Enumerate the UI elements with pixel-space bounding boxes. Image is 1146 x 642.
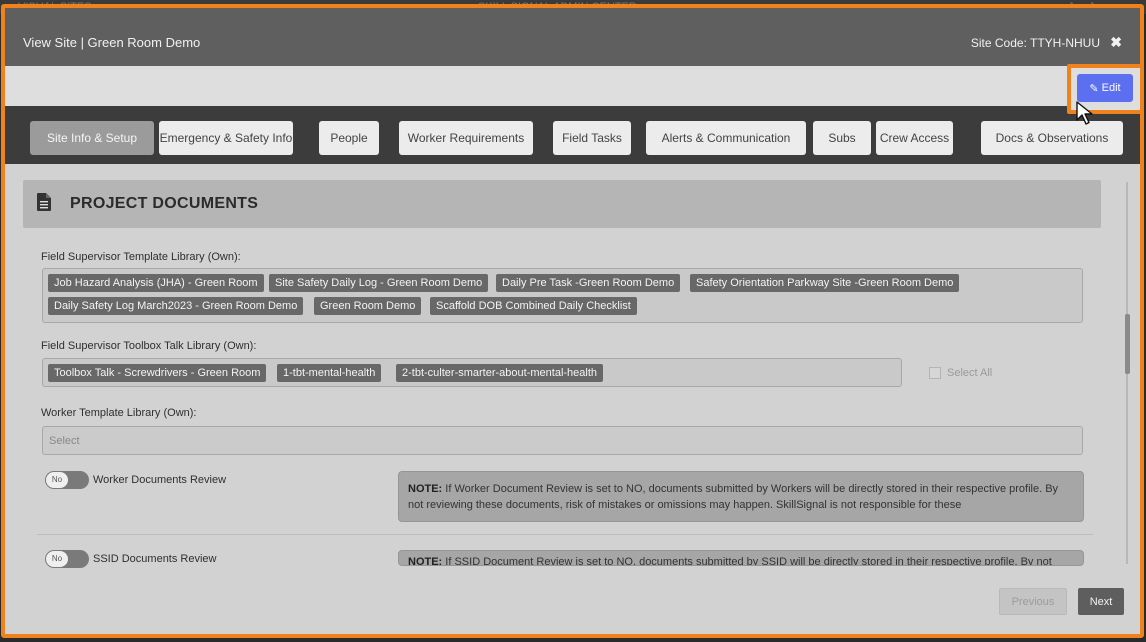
ssid-review-toggle[interactable]: No (45, 550, 89, 568)
chip-fs-toolbox[interactable]: 1-tbt-mental-health (277, 364, 382, 382)
worker-review-label: Worker Documents Review (93, 474, 227, 486)
next-button[interactable]: Next (1078, 588, 1124, 615)
chip-fs-template[interactable]: Job Hazard Analysis (JHA) - Green Room (48, 274, 264, 292)
chip-fs-template[interactable]: Safety Orientation Parkway Site -Green R… (690, 274, 960, 292)
fs-template-multiselect[interactable]: Job Hazard Analysis (JHA) - Green Room S… (42, 268, 1083, 323)
edit-icon: ✎ (1089, 82, 1099, 95)
modal-titlebar: View Site | Green Room Demo Site Code: T… (5, 8, 1140, 66)
document-icon (37, 193, 51, 211)
toggle-knob: No (46, 472, 68, 488)
fs-toolbox-multiselect[interactable]: Toolbox Talk - Screwdrivers - Green Room… (42, 358, 902, 387)
note-prefix: NOTE: (408, 556, 443, 566)
edit-label: Edit (1101, 82, 1121, 94)
fs-toolbox-label: Field Supervisor Toolbox Talk Library (O… (41, 340, 257, 352)
chip-fs-template[interactable]: Green Room Demo (314, 297, 422, 315)
tab-docs-observations[interactable]: Docs & Observations (981, 121, 1123, 155)
section-header: PROJECT DOCUMENTS (23, 180, 1101, 228)
chip-fs-template[interactable]: Daily Pre Task -Green Room Demo (496, 274, 681, 292)
tab-field-tasks[interactable]: Field Tasks (553, 121, 631, 155)
fs-template-label: Field Supervisor Template Library (Own): (41, 251, 241, 263)
note-text: If Worker Document Review is set to NO, … (408, 483, 1059, 511)
tab-worker-requirements[interactable]: Worker Requirements (399, 121, 533, 155)
tab-alerts-communication[interactable]: Alerts & Communication (646, 121, 806, 155)
worker-review-note: NOTE: If Worker Document Review is set t… (398, 471, 1084, 522)
tab-people[interactable]: People (319, 121, 379, 155)
worker-review-toggle[interactable]: No (45, 471, 89, 489)
chip-fs-template[interactable]: Scaffold DOB Combined Daily Checklist (430, 297, 637, 315)
note-text: If SSID Document Review is set to NO, do… (442, 556, 1052, 566)
tab-site-info-setup[interactable]: Site Info & Setup (30, 121, 154, 155)
select-all-label: Select All (947, 367, 993, 379)
note-prefix: NOTE: (408, 483, 443, 495)
select-all-checkbox[interactable]: Select All (929, 367, 992, 379)
tab-crew-access[interactable]: Crew Access (876, 121, 953, 155)
edit-button[interactable]: ✎ Edit (1077, 74, 1133, 102)
mouse-pointer-icon (1076, 101, 1093, 125)
previous-button[interactable]: Previous (999, 588, 1067, 615)
view-site-modal: View Site | Green Room Demo Site Code: T… (1, 4, 1144, 638)
close-icon[interactable]: ✖ (1110, 34, 1122, 51)
site-code: Site Code: TTYH-NHUU (970, 36, 1100, 50)
chip-fs-template[interactable]: Daily Safety Log March2023 - Green Room … (48, 297, 304, 315)
toggle-knob: No (46, 551, 68, 567)
ssid-review-note: NOTE: If SSID Document Review is set to … (398, 550, 1084, 566)
tab-subs[interactable]: Subs (813, 121, 871, 155)
tab-bar: Site Info & Setup Emergency & Safety Inf… (5, 106, 1140, 164)
section-title: PROJECT DOCUMENTS (70, 195, 259, 212)
modal-toolbar (5, 66, 1140, 106)
chip-fs-toolbox[interactable]: Toolbox Talk - Screwdrivers - Green Room (48, 364, 267, 382)
chip-fs-toolbox[interactable]: 2-tbt-culter-smarter-about-mental-health (396, 364, 604, 382)
worker-template-label: Worker Template Library (Own): (41, 407, 197, 419)
ssid-review-label: SSID Documents Review (93, 553, 217, 565)
scrollbar-thumb[interactable] (1125, 314, 1130, 374)
chip-fs-template[interactable]: Site Safety Daily Log - Green Room Demo (269, 274, 489, 292)
checkbox-icon[interactable] (929, 367, 941, 379)
tab-emergency-safety-info[interactable]: Emergency & Safety Info (159, 121, 293, 155)
worker-template-select[interactable]: Select (42, 426, 1083, 455)
content-scrollbar[interactable] (1123, 182, 1131, 564)
modal-title: View Site | Green Room Demo (23, 35, 201, 50)
modal-content: PROJECT DOCUMENTS Field Supervisor Templ… (5, 164, 1140, 634)
divider (37, 534, 1093, 535)
